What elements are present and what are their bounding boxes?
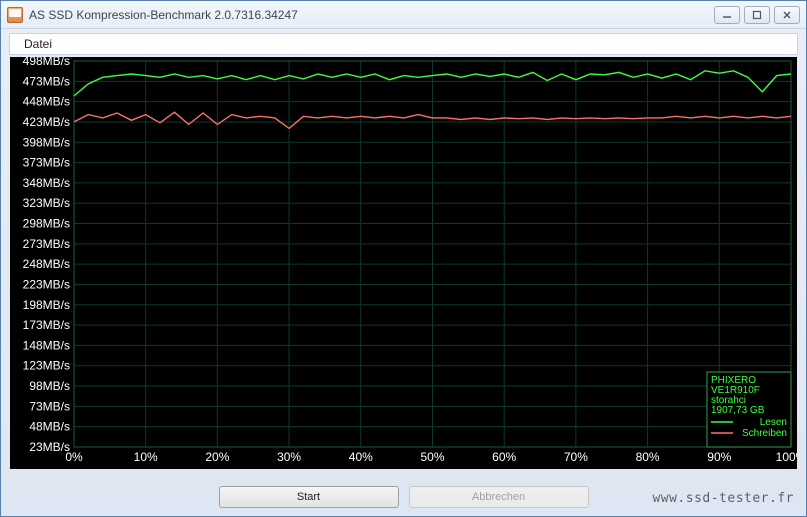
close-button[interactable] (774, 6, 800, 24)
y-tick-label: 498MB/s (23, 57, 70, 68)
x-tick-label: 50% (420, 450, 444, 464)
y-tick-label: 323MB/s (23, 196, 70, 210)
x-tick-label: 100% (776, 450, 797, 464)
button-row: Start Abbrechen (1, 486, 806, 508)
app-icon (7, 7, 23, 23)
y-tick-label: 248MB/s (23, 257, 70, 271)
window-controls (714, 6, 800, 24)
x-tick-label: 80% (636, 450, 660, 464)
y-tick-label: 198MB/s (23, 298, 70, 312)
legend-capacity: 1907,73 GB (711, 405, 765, 416)
y-tick-label: 48MB/s (29, 420, 70, 434)
y-tick-label: 348MB/s (23, 176, 70, 190)
chart-area: 23MB/s 48MB/s 73MB/s 98MB/s 123MB/s 148MB/s 17… (10, 57, 797, 469)
x-tick-label: 30% (277, 450, 301, 464)
y-tick-label: 148MB/s (23, 338, 70, 352)
legend-read: Lesen (760, 417, 787, 428)
x-tick-label: 40% (349, 450, 373, 464)
minimize-button[interactable] (714, 6, 740, 24)
benchmark-chart: 23MB/s 48MB/s 73MB/s 98MB/s 123MB/s 148MB/s 17… (10, 57, 797, 469)
y-tick-label: 298MB/s (23, 217, 70, 231)
y-tick-label: 73MB/s (29, 399, 70, 413)
y-tick-label: 123MB/s (23, 359, 70, 373)
window-title: AS SSD Kompression-Benchmark 2.0.7316.34… (29, 8, 714, 22)
app-window: AS SSD Kompression-Benchmark 2.0.7316.34… (0, 0, 807, 517)
y-tick-label: 448MB/s (23, 95, 70, 109)
titlebar: AS SSD Kompression-Benchmark 2.0.7316.34… (1, 1, 806, 29)
y-tick-label: 223MB/s (23, 277, 70, 291)
y-tick-label: 398MB/s (23, 135, 70, 149)
start-button[interactable]: Start (219, 486, 399, 508)
abort-button: Abbrechen (409, 486, 589, 508)
x-tick-label: 60% (492, 450, 516, 464)
y-tick-label: 98MB/s (29, 379, 70, 393)
y-tick-label: 173MB/s (23, 318, 70, 332)
y-tick-label: 373MB/s (23, 156, 70, 170)
x-tick-label: 20% (205, 450, 229, 464)
y-tick-label: 23MB/s (29, 440, 70, 454)
legend-box: PHIXEROVE1R910Fstorahci1907,73 GBLesenSc… (707, 372, 791, 447)
maximize-button[interactable] (744, 6, 770, 24)
x-tick-label: 10% (134, 450, 158, 464)
y-tick-label: 423MB/s (23, 115, 70, 129)
y-tick-label: 273MB/s (23, 237, 70, 251)
legend-write: Schreiben (742, 428, 787, 439)
x-tick-label: 70% (564, 450, 588, 464)
menubar: Datei (9, 33, 798, 55)
y-tick-label: 473MB/s (23, 74, 70, 88)
x-tick-label: 0% (65, 450, 83, 464)
x-tick-label: 90% (707, 450, 731, 464)
menu-file[interactable]: Datei (16, 35, 60, 53)
